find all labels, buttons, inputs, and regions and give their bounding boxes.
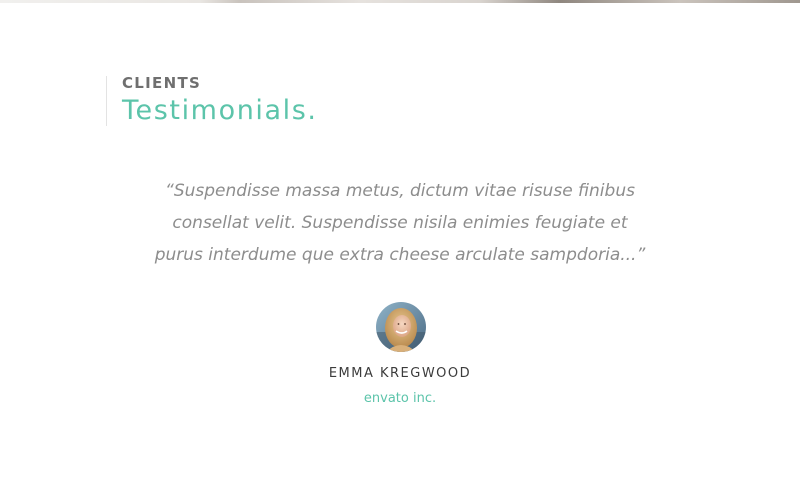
testimonial-quote: “Suspendisse massa metus, dictum vitae r…	[154, 181, 646, 265]
testimonials-page: CLIENTS Testimonials. “Suspendisse massa…	[0, 0, 800, 485]
client-name: EMMA KREGWOOD	[328, 366, 472, 381]
section-title: Testimonials.	[122, 95, 318, 126]
hero-image-edge	[0, 0, 800, 3]
client-company-link[interactable]: envato inc.	[0, 391, 800, 406]
client-avatar	[376, 302, 426, 352]
section-eyebrow: CLIENTS	[122, 74, 202, 92]
section-heading: CLIENTS Testimonials.	[106, 76, 318, 126]
client-photo	[376, 302, 426, 352]
